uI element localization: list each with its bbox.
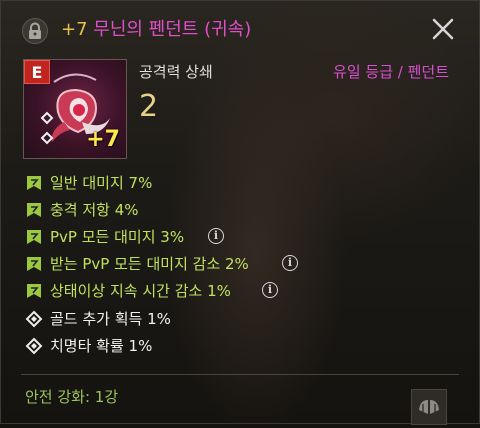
effect-text: 상태이상 지속 시간 감소 1% bbox=[50, 282, 231, 300]
item-grade-type: 유일 등급 / 펜던트 bbox=[333, 63, 449, 81]
effect-text: 충격 저항 4% bbox=[50, 201, 139, 219]
green-bookmark-icon bbox=[27, 230, 41, 244]
close-button[interactable] bbox=[429, 15, 457, 43]
tooltip-header: +7 무닌의 펜던트 (귀속) bbox=[1, 1, 479, 57]
info-icon[interactable]: i bbox=[262, 282, 278, 298]
effect-text: 일반 대미지 7% bbox=[50, 174, 153, 192]
divider bbox=[21, 374, 459, 375]
icon-enhance-level: +7 bbox=[86, 127, 120, 152]
effect-text: 받는 PvP 모든 대미지 감소 2% bbox=[50, 255, 249, 273]
effect-text: 치명타 확률 1% bbox=[50, 337, 153, 355]
item-title: +7 무닌의 펜던트 (귀속) bbox=[61, 18, 251, 42]
base-stat-value: 2 bbox=[139, 89, 159, 124]
title-item-name: 무닌의 펜던트 (귀속) bbox=[93, 19, 252, 40]
title-enhance-level: +7 bbox=[61, 19, 88, 40]
info-icon[interactable]: i bbox=[282, 255, 298, 271]
safe-enhance-text: 안전 강화: 1강 bbox=[25, 388, 119, 406]
close-icon bbox=[432, 18, 454, 40]
green-bookmark-icon bbox=[27, 176, 41, 190]
wings-button[interactable] bbox=[411, 389, 447, 425]
white-diamond-icon bbox=[25, 337, 43, 355]
green-bookmark-icon bbox=[27, 257, 41, 271]
effect-text: PvP 모든 대미지 3% bbox=[50, 228, 185, 246]
info-icon[interactable]: i bbox=[208, 228, 224, 244]
white-diamond-icon bbox=[25, 310, 43, 328]
wings-icon bbox=[419, 400, 439, 414]
green-bookmark-icon bbox=[27, 284, 41, 298]
item-icon-frame: E +7 bbox=[23, 59, 127, 159]
base-stat-name: 공격력 상쇄 bbox=[139, 63, 213, 81]
effect-text: 골드 추가 획득 1% bbox=[50, 310, 171, 328]
green-bookmark-icon bbox=[27, 203, 41, 217]
lock-icon[interactable] bbox=[22, 18, 48, 44]
item-tooltip-panel: +7 무닌의 펜던트 (귀속) E +7 공격력 상쇄 유일 등급 / 펜던트 … bbox=[0, 0, 480, 425]
